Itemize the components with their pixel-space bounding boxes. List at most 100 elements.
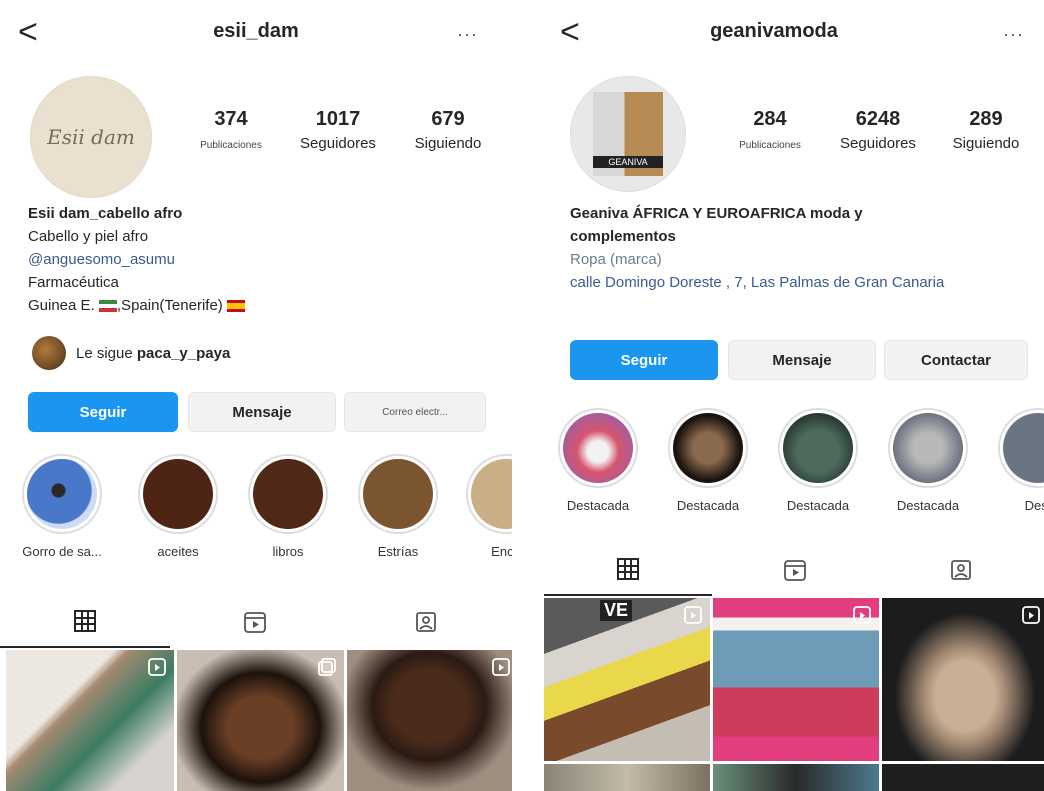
highlight-label: libros (272, 544, 304, 559)
reels-icon (784, 560, 806, 581)
reels-icon (244, 612, 266, 633)
more-options-icon[interactable]: ··· (1003, 24, 1024, 45)
bio-line: Cabello y piel afro (28, 228, 149, 245)
display-name: Geaniva ÁFRICA Y EUROAFRICA moda y compl… (570, 205, 863, 245)
post-tile[interactable] (6, 650, 174, 791)
followed-by-text: Le sigue paca_y_paya (76, 345, 230, 362)
highlight-label: aceites (157, 544, 199, 559)
stat-following-count: 289 (969, 108, 1003, 130)
highlight-gorro[interactable]: Gorro de sa... (16, 454, 108, 559)
bio-mention-link[interactable]: @anguesomo_asumu (28, 248, 498, 271)
reel-badge-icon (492, 658, 510, 676)
stat-following-label: Siguiendo (414, 135, 482, 152)
stat-following[interactable]: 289 Siguiendo (936, 108, 1036, 152)
bio-location-line: Guinea E. ,Spain(Tenerife) (28, 294, 498, 317)
highlight-destacada-4[interactable]: Destacada (882, 408, 974, 513)
highlight-destacada-2[interactable]: Destacada (662, 408, 754, 513)
follow-button[interactable]: Seguir (28, 392, 178, 432)
profile-bio: Geaniva ÁFRICA Y EUROAFRICA moda y compl… (570, 202, 970, 294)
highlight-cover (1003, 413, 1044, 483)
bio-line: Farmacéutica (28, 274, 119, 291)
message-button[interactable]: Mensaje (188, 392, 336, 432)
contact-button[interactable]: Contactar (884, 340, 1028, 380)
tab-posts-grid[interactable] (544, 544, 712, 596)
more-options-icon[interactable]: ··· (457, 24, 478, 45)
highlight-label: Destacada (786, 498, 850, 513)
highlight-label: Destacada (566, 498, 630, 513)
tab-reels[interactable] (712, 544, 878, 596)
profile-avatar[interactable]: Esii dam (30, 76, 152, 198)
highlight-estrias[interactable]: Estrías (352, 454, 444, 559)
tab-tagged[interactable] (878, 544, 1044, 596)
stat-posts[interactable]: 374 Publicaciones (178, 108, 284, 151)
highlight-aceites[interactable]: aceites (132, 454, 224, 559)
post-tile[interactable] (713, 598, 879, 761)
flag-icon (98, 300, 117, 313)
highlight-cover (363, 459, 433, 529)
stat-following[interactable]: 679 Siguiendo (398, 108, 498, 152)
reel-badge-icon (148, 658, 166, 676)
bio-location-text: ,Spain(Tenerife) (116, 297, 223, 314)
username-title: esii_dam (213, 20, 299, 42)
avatar-cover-text: GEANIVA (593, 156, 663, 168)
tab-posts-grid[interactable] (0, 596, 170, 648)
highlight-ring (778, 408, 858, 488)
profile-avatar[interactable]: GEANIVA (570, 76, 686, 192)
stat-followers[interactable]: 6248 Seguidores (826, 108, 930, 152)
top-bar: < geanivamoda ··· (544, 0, 1044, 64)
post-tile[interactable]: VE (544, 598, 710, 761)
stat-posts[interactable]: 284 Publicaciones (720, 108, 820, 151)
highlight-destacada-5[interactable]: Dest (992, 408, 1044, 513)
highlight-ring (22, 454, 102, 534)
highlight-ring (466, 454, 512, 534)
posts-grid (6, 650, 512, 791)
stat-posts-label: Publicaciones (200, 140, 262, 151)
username-title: geanivamoda (710, 20, 838, 42)
bio-category: Ropa (marca) (570, 251, 662, 268)
post-tile[interactable] (544, 764, 710, 791)
flag-icon (226, 300, 245, 313)
post-tile[interactable] (177, 650, 344, 791)
grid-icon (74, 610, 96, 632)
highlight-destacada-3[interactable]: Destacada (772, 408, 864, 513)
followed-by-user: paca_y_paya (136, 344, 231, 362)
highlight-label: Destacada (896, 498, 960, 513)
highlight-ring (668, 408, 748, 488)
panel-divider (512, 0, 544, 791)
highlight-ring (558, 408, 638, 488)
message-button[interactable]: Mensaje (728, 340, 876, 380)
followed-by-row[interactable]: Le sigue paca_y_paya (32, 336, 230, 370)
avatar-logo-text: Esii dam (47, 125, 135, 149)
tab-reels[interactable] (170, 596, 340, 648)
post-tile[interactable] (347, 650, 512, 791)
top-bar: < esii_dam ··· (0, 0, 512, 64)
followed-by-prefix: Le sigue (76, 344, 137, 362)
post-tile[interactable] (882, 764, 1044, 791)
stat-posts-count: 374 (214, 108, 248, 130)
bio-address-link[interactable]: calle Domingo Doreste , 7, Las Palmas de… (570, 271, 970, 294)
post-overlay-text: VE (600, 600, 633, 621)
highlight-cover (143, 459, 213, 529)
highlight-cover (253, 459, 323, 529)
post-tile[interactable] (713, 764, 879, 791)
highlight-cover (471, 459, 512, 529)
stat-posts-count: 284 (753, 108, 787, 130)
tab-tagged[interactable] (340, 596, 512, 648)
highlight-cover (783, 413, 853, 483)
stat-followers-count: 1017 (315, 108, 361, 130)
stat-followers-label: Seguidores (840, 135, 916, 152)
email-button[interactable]: Correo electr... (344, 392, 486, 432)
profile-tabs (0, 596, 512, 648)
reel-badge-icon (853, 606, 871, 624)
tagged-icon (951, 560, 971, 580)
post-tile[interactable] (882, 598, 1044, 761)
highlight-ring (998, 408, 1044, 488)
grid-icon (617, 558, 639, 580)
highlight-encu[interactable]: Encu (460, 454, 512, 559)
display-name: Esii dam_cabello afro (28, 205, 183, 222)
follow-button[interactable]: Seguir (570, 340, 718, 380)
highlight-destacada-1[interactable]: Destacada (552, 408, 644, 513)
highlight-label: Encu (491, 544, 512, 559)
stat-followers[interactable]: 1017 Seguidores (288, 108, 388, 152)
highlight-libros[interactable]: libros (242, 454, 334, 559)
